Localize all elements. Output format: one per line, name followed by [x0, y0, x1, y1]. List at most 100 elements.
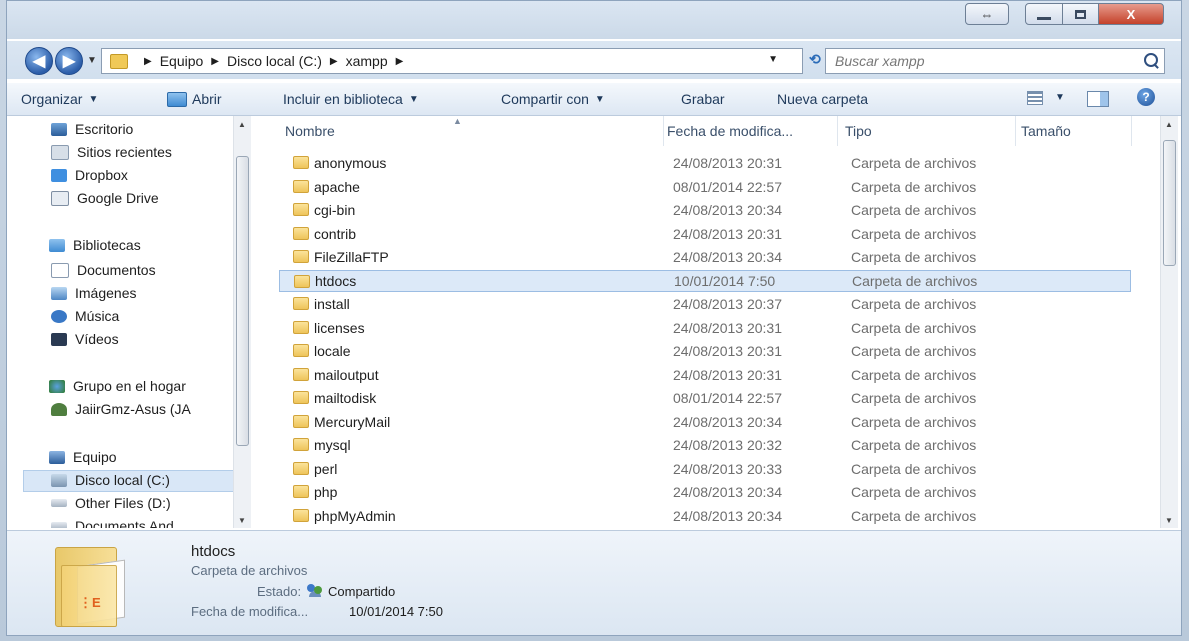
back-arrow-icon: ◀ [32, 53, 46, 70]
sidebar-item-sitios-recientes[interactable]: Sitios recientes [51, 144, 172, 160]
preview-pane-icon[interactable] [1087, 91, 1109, 107]
file-name: licenses [314, 319, 365, 336]
sidebar-item-label: Disco local (C:) [75, 472, 170, 488]
table-row[interactable]: apache 08/01/2014 22:57 Carpeta de archivo… [279, 176, 1131, 198]
file-date: 24/08/2013 20:37 [673, 296, 782, 312]
breadcrumb-chevron-icon[interactable]: ▶ [144, 56, 152, 67]
drive-icon [51, 473, 67, 487]
table-row[interactable]: MercuryMail 24/08/2013 20:34 Carpeta de ar… [279, 411, 1131, 433]
breadcrumb-xampp[interactable]: xampp [346, 53, 388, 69]
share-menu[interactable]: Compartir con ▼ [501, 91, 605, 107]
column-header-type[interactable]: Tipo [845, 123, 872, 139]
snap-button[interactable]: ⇔ [965, 3, 1009, 25]
folder-icon [293, 508, 309, 522]
file-name: mailtodisk [314, 390, 377, 406]
file-name: mailoutput [314, 366, 379, 383]
table-row[interactable]: FileZillaFTP 24/08/2013 20:34 Carpeta de a… [279, 246, 1131, 268]
drive-icon [51, 499, 67, 507]
file-type: Carpeta de archivos [851, 390, 977, 406]
sidebar-item-label: Documents And [75, 518, 174, 528]
column-divider[interactable] [837, 116, 838, 146]
sidebar-item-equipo[interactable]: Equipo [49, 449, 117, 465]
navigation-pane: Escritorio Sitios recientes Dropbox Goog… [7, 116, 253, 528]
table-row[interactable]: mailtodisk 08/01/2014 22:57 Carpeta de arc… [279, 387, 1131, 409]
scroll-thumb[interactable] [1163, 140, 1176, 266]
view-options-icon[interactable] [1027, 91, 1043, 105]
sidebar-item-bibliotecas[interactable]: Bibliotecas [49, 237, 141, 253]
search-icon[interactable] [1144, 53, 1158, 67]
burn-button[interactable]: Grabar [681, 91, 725, 107]
sidebar-item-google-drive[interactable]: Google Drive [51, 190, 159, 206]
nav-scrollbar[interactable]: ▲ ▼ [233, 116, 251, 528]
file-list-scrollbar[interactable]: ▲ ▼ [1160, 116, 1178, 528]
table-row[interactable]: locale 24/08/2013 20:31 Carpeta de archivo… [279, 340, 1131, 362]
table-row[interactable]: phpMyAdmin 24/08/2013 20:34 Carpeta de arc… [279, 505, 1131, 527]
chevron-down-icon[interactable]: ▼ [1055, 92, 1065, 103]
breadcrumb-equipo[interactable]: Equipo [160, 53, 204, 69]
sidebar-item-label: Grupo en el hogar [73, 378, 186, 394]
forward-button[interactable]: ▶ [55, 47, 83, 75]
scroll-up-icon[interactable]: ▲ [1165, 120, 1173, 129]
column-header-name[interactable]: Nombre [285, 123, 335, 139]
search-input[interactable]: Buscar xampp [825, 48, 1165, 74]
close-button[interactable]: X [1098, 3, 1164, 25]
title-bar[interactable]: ⇔ X [7, 1, 1181, 39]
column-divider[interactable] [1131, 116, 1132, 146]
breadcrumb-disco-local[interactable]: Disco local (C:) [227, 53, 322, 69]
table-row[interactable]: php 24/08/2013 20:34 Carpeta de archivos [279, 481, 1131, 503]
table-row[interactable]: cgi-bin 24/08/2013 20:34 Carpeta de archiv… [279, 199, 1131, 221]
sidebar-item-imagenes[interactable]: Imágenes [51, 285, 136, 301]
organize-menu[interactable]: Organizar ▼ [21, 91, 98, 107]
table-row[interactable]: mysql 24/08/2013 20:32 Carpeta de archivos [279, 434, 1131, 456]
sidebar-item-grupo-hogar[interactable]: Grupo en el hogar [49, 378, 186, 394]
maximize-button[interactable] [1062, 3, 1099, 25]
breadcrumb-chevron-icon[interactable]: ▶ [330, 56, 338, 67]
sidebar-item-dropbox[interactable]: Dropbox [51, 167, 128, 183]
sidebar-item-other-files[interactable]: Other Files (D:) [51, 495, 171, 511]
scroll-thumb[interactable] [236, 156, 249, 446]
scroll-up-icon[interactable]: ▲ [238, 120, 246, 129]
recent-pages-dropdown[interactable]: ▼ [87, 55, 97, 66]
details-kind: Carpeta de archivos [191, 563, 308, 578]
table-row[interactable]: install 24/08/2013 20:37 Carpeta de archiv… [279, 293, 1131, 315]
scroll-down-icon[interactable]: ▼ [1165, 516, 1173, 525]
column-divider[interactable] [663, 116, 664, 146]
table-row[interactable]: contrib 24/08/2013 20:31 Carpeta de archiv… [279, 223, 1131, 245]
close-icon: X [1126, 6, 1136, 22]
organize-label: Organizar [21, 91, 83, 107]
sidebar-item-musica[interactable]: Música [51, 308, 119, 324]
file-name: locale [314, 343, 351, 359]
address-bar[interactable]: ▶ Equipo ▶ Disco local (C:) ▶ xampp ▶ ▼ [101, 48, 803, 74]
details-pane: ⋮E htdocs Carpeta de archivos Estado: Co… [7, 530, 1181, 635]
table-row[interactable]: perl 24/08/2013 20:33 Carpeta de archivos [279, 458, 1131, 480]
back-button[interactable]: ◀ [25, 47, 53, 75]
address-dropdown-icon[interactable]: ▼ [768, 54, 778, 65]
sidebar-item-videos[interactable]: Vídeos [51, 331, 119, 347]
include-library-menu[interactable]: Incluir en biblioteca ▼ [283, 91, 419, 107]
table-row[interactable]: htdocs 10/01/2014 7:50 Carpeta de archivos [279, 269, 1131, 292]
table-row[interactable]: anonymous 24/08/2013 20:31 Carpeta de arch… [279, 152, 1131, 174]
file-date: 24/08/2013 20:33 [673, 460, 782, 477]
minimize-icon [1037, 16, 1051, 20]
sidebar-item-documents-and[interactable]: Documents And [51, 518, 174, 528]
file-list: ▲ Nombre Fecha de modifica... Tipo Tamañ… [259, 116, 1161, 528]
sidebar-item-escritorio[interactable]: Escritorio [51, 121, 133, 137]
column-header-size[interactable]: Tamaño [1021, 123, 1071, 139]
breadcrumb-chevron-icon[interactable]: ▶ [211, 56, 219, 67]
minimize-button[interactable] [1025, 3, 1063, 25]
table-row[interactable]: licenses 24/08/2013 20:31 Carpeta de archi… [279, 317, 1131, 339]
sidebar-item-documentos[interactable]: Documentos [51, 262, 156, 278]
address-row: ◀ ▶ ▼ ▶ Equipo ▶ Disco local (C:) ▶ xamp… [7, 41, 1181, 79]
sidebar-item-user[interactable]: JaiirGmz-Asus (JA [51, 401, 191, 417]
breadcrumb-chevron-icon[interactable]: ▶ [396, 56, 404, 67]
column-divider[interactable] [1015, 116, 1016, 146]
column-header-date[interactable]: Fecha de modifica... [667, 123, 793, 139]
sidebar-item-disco-local[interactable]: Disco local (C:) [51, 472, 170, 488]
new-folder-button[interactable]: Nueva carpeta [777, 91, 868, 107]
folder-icon [293, 203, 309, 216]
help-icon[interactable]: ? [1137, 88, 1155, 106]
open-button[interactable]: Abrir [167, 91, 222, 107]
file-date: 10/01/2014 7:50 [674, 272, 776, 289]
table-row[interactable]: mailoutput 24/08/2013 20:31 Carpeta de arc… [279, 364, 1131, 386]
scroll-down-icon[interactable]: ▼ [238, 516, 246, 525]
